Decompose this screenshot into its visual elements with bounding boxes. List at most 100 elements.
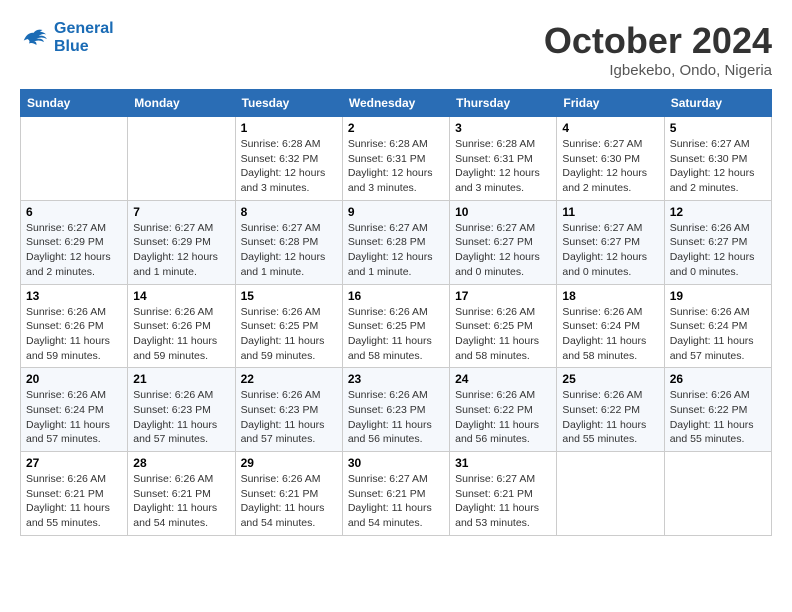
day-info: Sunrise: 6:26 AM Sunset: 6:24 PM Dayligh… xyxy=(26,388,122,447)
day-number: 6 xyxy=(26,205,122,219)
day-number: 17 xyxy=(455,289,551,303)
calendar-cell: 24 Sunrise: 6:26 AM Sunset: 6:22 PM Dayli… xyxy=(450,368,557,452)
day-number: 14 xyxy=(133,289,229,303)
day-number: 23 xyxy=(348,372,444,386)
day-info: Sunrise: 6:28 AM Sunset: 6:31 PM Dayligh… xyxy=(455,137,551,196)
day-info: Sunrise: 6:27 AM Sunset: 6:29 PM Dayligh… xyxy=(26,221,122,280)
logo: General Blue xyxy=(20,20,114,55)
calendar-cell: 2 Sunrise: 6:28 AM Sunset: 6:31 PM Daylig… xyxy=(342,117,449,201)
day-number: 28 xyxy=(133,456,229,470)
logo-line1: General xyxy=(54,20,114,37)
day-number: 9 xyxy=(348,205,444,219)
day-info: Sunrise: 6:26 AM Sunset: 6:24 PM Dayligh… xyxy=(670,305,766,364)
day-number: 27 xyxy=(26,456,122,470)
calendar-cell xyxy=(664,452,771,536)
calendar-week-row: 6 Sunrise: 6:27 AM Sunset: 6:29 PM Daylig… xyxy=(21,200,772,284)
page-header: General Blue October 2024 Igbekebo, Ondo… xyxy=(20,20,772,79)
day-number: 2 xyxy=(348,121,444,135)
calendar-cell: 27 Sunrise: 6:26 AM Sunset: 6:21 PM Dayli… xyxy=(21,452,128,536)
calendar-week-row: 13 Sunrise: 6:26 AM Sunset: 6:26 PM Dayli… xyxy=(21,284,772,368)
calendar-cell: 4Sunrise: 6:27 AM Sunset: 6:30 PM Daylig… xyxy=(557,117,664,201)
day-number: 10 xyxy=(455,205,551,219)
day-number: 30 xyxy=(348,456,444,470)
day-number: 12 xyxy=(670,205,766,219)
day-info: Sunrise: 6:26 AM Sunset: 6:21 PM Dayligh… xyxy=(26,472,122,531)
day-number: 15 xyxy=(241,289,337,303)
day-info: Sunrise: 6:27 AM Sunset: 6:29 PM Dayligh… xyxy=(133,221,229,280)
calendar-cell: 11 Sunrise: 6:27 AM Sunset: 6:27 PM Dayli… xyxy=(557,200,664,284)
location-subtitle: Igbekebo, Ondo, Nigeria xyxy=(544,62,772,79)
day-number: 31 xyxy=(455,456,551,470)
day-info: Sunrise: 6:27 AM Sunset: 6:27 PM Dayligh… xyxy=(455,221,551,280)
day-number: 19 xyxy=(670,289,766,303)
day-number: 11 xyxy=(562,205,658,219)
day-info: Sunrise: 6:28 AM Sunset: 6:31 PM Dayligh… xyxy=(348,137,444,196)
weekday-header: Tuesday xyxy=(235,90,342,117)
day-info: Sunrise: 6:27 AM Sunset: 6:30 PM Dayligh… xyxy=(670,137,766,196)
calendar-header: SundayMondayTuesdayWednesdayThursdayFrid… xyxy=(21,90,772,117)
calendar-cell: 5 Sunrise: 6:27 AM Sunset: 6:30 PM Daylig… xyxy=(664,117,771,201)
day-info: Sunrise: 6:26 AM Sunset: 6:23 PM Dayligh… xyxy=(241,388,337,447)
calendar-cell: 26 Sunrise: 6:26 AM Sunset: 6:22 PM Dayli… xyxy=(664,368,771,452)
day-info: Sunrise: 6:26 AM Sunset: 6:22 PM Dayligh… xyxy=(455,388,551,447)
calendar-cell: 18 Sunrise: 6:26 AM Sunset: 6:24 PM Dayli… xyxy=(557,284,664,368)
day-info: Sunrise: 6:27 AM Sunset: 6:28 PM Dayligh… xyxy=(241,221,337,280)
day-number: 5 xyxy=(670,121,766,135)
day-info: Sunrise: 6:27 AM Sunset: 6:30 PM Dayligh… xyxy=(562,137,658,196)
day-number: 13 xyxy=(26,289,122,303)
calendar-cell: 14 Sunrise: 6:26 AM Sunset: 6:26 PM Dayli… xyxy=(128,284,235,368)
weekday-header: Sunday xyxy=(21,90,128,117)
day-info: Sunrise: 6:26 AM Sunset: 6:22 PM Dayligh… xyxy=(562,388,658,447)
calendar-cell: 17 Sunrise: 6:26 AM Sunset: 6:25 PM Dayli… xyxy=(450,284,557,368)
logo-text: General Blue xyxy=(54,20,114,55)
day-info: Sunrise: 6:28 AM Sunset: 6:32 PM Dayligh… xyxy=(241,137,337,196)
calendar-cell: 16Sunrise: 6:26 AM Sunset: 6:25 PM Dayli… xyxy=(342,284,449,368)
day-info: Sunrise: 6:26 AM Sunset: 6:25 PM Dayligh… xyxy=(241,305,337,364)
day-info: Sunrise: 6:27 AM Sunset: 6:21 PM Dayligh… xyxy=(348,472,444,531)
calendar-cell: 13Sunrise: 6:26 AM Sunset: 6:26 PM Dayli… xyxy=(21,284,128,368)
calendar-cell: 28Sunrise: 6:26 AM Sunset: 6:21 PM Dayli… xyxy=(128,452,235,536)
day-info: Sunrise: 6:26 AM Sunset: 6:25 PM Dayligh… xyxy=(455,305,551,364)
day-number: 20 xyxy=(26,372,122,386)
day-number: 3 xyxy=(455,121,551,135)
calendar-cell: 1 Sunrise: 6:28 AM Sunset: 6:32 PM Daylig… xyxy=(235,117,342,201)
calendar-cell: 25Sunrise: 6:26 AM Sunset: 6:22 PM Dayli… xyxy=(557,368,664,452)
calendar-cell: 9Sunrise: 6:27 AM Sunset: 6:28 PM Daylig… xyxy=(342,200,449,284)
day-number: 24 xyxy=(455,372,551,386)
weekday-header: Friday xyxy=(557,90,664,117)
calendar-week-row: 1 Sunrise: 6:28 AM Sunset: 6:32 PM Daylig… xyxy=(21,117,772,201)
weekday-header: Saturday xyxy=(664,90,771,117)
calendar-cell: 31Sunrise: 6:27 AM Sunset: 6:21 PM Dayli… xyxy=(450,452,557,536)
calendar-cell: 22 Sunrise: 6:26 AM Sunset: 6:23 PM Dayli… xyxy=(235,368,342,452)
calendar-table: SundayMondayTuesdayWednesdayThursdayFrid… xyxy=(20,89,772,536)
calendar-cell: 30 Sunrise: 6:27 AM Sunset: 6:21 PM Dayli… xyxy=(342,452,449,536)
calendar-cell: 3 Sunrise: 6:28 AM Sunset: 6:31 PM Daylig… xyxy=(450,117,557,201)
calendar-cell xyxy=(21,117,128,201)
calendar-cell: 23 Sunrise: 6:26 AM Sunset: 6:23 PM Dayli… xyxy=(342,368,449,452)
calendar-cell: 20 Sunrise: 6:26 AM Sunset: 6:24 PM Dayli… xyxy=(21,368,128,452)
day-info: Sunrise: 6:27 AM Sunset: 6:27 PM Dayligh… xyxy=(562,221,658,280)
day-number: 26 xyxy=(670,372,766,386)
calendar-cell xyxy=(128,117,235,201)
calendar-week-row: 20 Sunrise: 6:26 AM Sunset: 6:24 PM Dayli… xyxy=(21,368,772,452)
day-info: Sunrise: 6:26 AM Sunset: 6:26 PM Dayligh… xyxy=(133,305,229,364)
day-number: 7 xyxy=(133,205,229,219)
calendar-cell: 21Sunrise: 6:26 AM Sunset: 6:23 PM Dayli… xyxy=(128,368,235,452)
calendar-week-row: 27 Sunrise: 6:26 AM Sunset: 6:21 PM Dayli… xyxy=(21,452,772,536)
weekday-header: Thursday xyxy=(450,90,557,117)
calendar-cell: 7 Sunrise: 6:27 AM Sunset: 6:29 PM Daylig… xyxy=(128,200,235,284)
day-number: 1 xyxy=(241,121,337,135)
calendar-cell: 12Sunrise: 6:26 AM Sunset: 6:27 PM Dayli… xyxy=(664,200,771,284)
day-number: 16 xyxy=(348,289,444,303)
day-number: 18 xyxy=(562,289,658,303)
calendar-cell: 10 Sunrise: 6:27 AM Sunset: 6:27 PM Dayli… xyxy=(450,200,557,284)
day-info: Sunrise: 6:26 AM Sunset: 6:24 PM Dayligh… xyxy=(562,305,658,364)
calendar-cell: 19 Sunrise: 6:26 AM Sunset: 6:24 PM Dayli… xyxy=(664,284,771,368)
day-number: 21 xyxy=(133,372,229,386)
weekday-header: Monday xyxy=(128,90,235,117)
day-info: Sunrise: 6:26 AM Sunset: 6:22 PM Dayligh… xyxy=(670,388,766,447)
day-info: Sunrise: 6:26 AM Sunset: 6:23 PM Dayligh… xyxy=(348,388,444,447)
day-number: 22 xyxy=(241,372,337,386)
calendar-cell xyxy=(557,452,664,536)
logo-line2: Blue xyxy=(54,38,89,55)
